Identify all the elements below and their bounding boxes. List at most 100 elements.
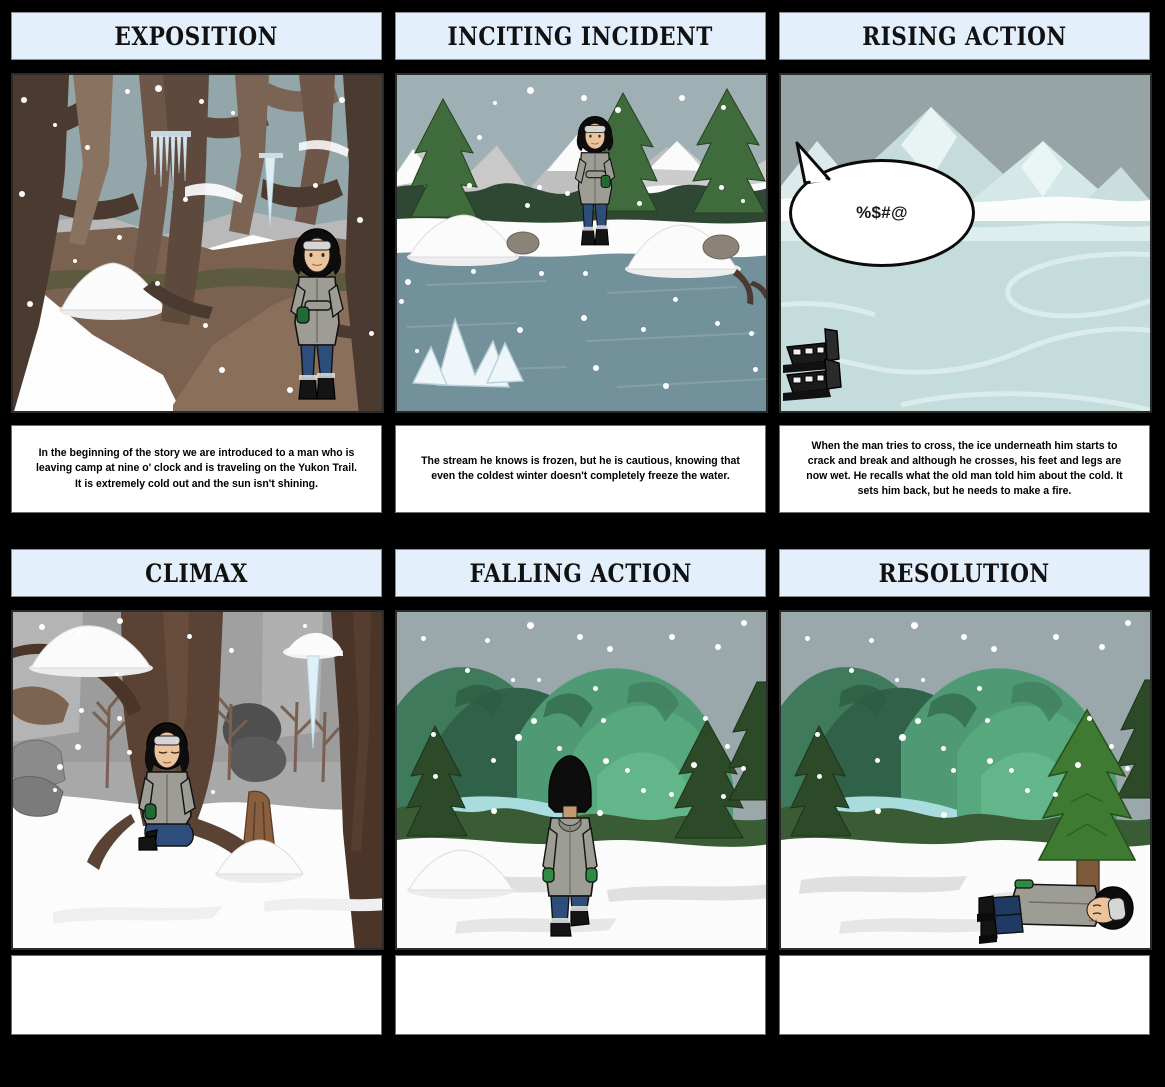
character-man-kneeling	[133, 720, 205, 860]
snowflake	[715, 321, 720, 326]
storyboard: EXPOSITION In the beginning of the story…	[0, 0, 1165, 1087]
speech-bubble-text: %$#@	[856, 203, 908, 222]
snowflake	[313, 183, 318, 188]
panel-title-bar-rising-action[interactable]: RISING ACTION	[779, 12, 1150, 60]
panel-title-climax: CLIMAX	[145, 558, 248, 588]
snowflake	[467, 183, 472, 188]
snowflake	[405, 279, 411, 285]
snowflake	[77, 630, 82, 635]
snowflake	[115, 672, 119, 676]
snowflake	[517, 327, 523, 333]
caption-text: The stream he knows is frozen, but he is…	[421, 454, 740, 482]
panel-title-bar-climax[interactable]: CLIMAX	[11, 549, 382, 597]
panel-title-bar-resolution[interactable]: RESOLUTION	[779, 549, 1150, 597]
snowflake	[719, 185, 724, 190]
panel-caption-exposition[interactable]: In the beginning of the story we are int…	[11, 425, 382, 513]
snowflake	[431, 732, 436, 737]
snowflake	[369, 331, 374, 336]
snowflake	[57, 764, 63, 770]
snowflake	[895, 678, 899, 682]
snowflake	[1125, 766, 1130, 771]
snowflake	[39, 371, 43, 375]
speech-bubble-tail	[795, 141, 831, 185]
snowflake	[703, 716, 708, 721]
snowflake	[679, 95, 685, 101]
snowflake	[977, 686, 982, 691]
snowflake	[125, 89, 130, 94]
snowflake	[721, 105, 726, 110]
snowflake	[493, 101, 497, 105]
character-svg	[574, 115, 616, 246]
character-man-walking-away	[539, 754, 601, 938]
snowflake	[303, 624, 307, 628]
snowflake	[525, 203, 530, 208]
panel-title-bar-inciting-incident[interactable]: INCITING INCIDENT	[395, 12, 766, 60]
snowflake	[741, 620, 747, 626]
snowflake	[1053, 634, 1059, 640]
snowflake	[593, 686, 598, 691]
panel-art-exposition[interactable]	[11, 73, 384, 413]
snowflake	[117, 618, 123, 624]
snowflake	[1109, 744, 1114, 749]
snowflake	[491, 758, 496, 763]
panel-caption-falling-action[interactable]	[395, 955, 766, 1035]
snowflake	[75, 744, 81, 750]
panel-art-climax[interactable]	[11, 610, 384, 950]
snowflake	[117, 716, 122, 721]
snowflake	[991, 646, 997, 652]
snowflake	[961, 634, 967, 640]
panel-art-resolution[interactable]	[779, 610, 1152, 950]
character-back-svg	[542, 755, 598, 937]
character-kneeling-svg	[138, 722, 196, 851]
panel-title-bar-falling-action[interactable]: FALLING ACTION	[395, 549, 766, 597]
snowflake	[987, 758, 993, 764]
snowflake	[753, 367, 758, 372]
snowflake	[603, 758, 609, 764]
panel-title-inciting-incident: INCITING INCIDENT	[447, 21, 714, 51]
snowflake	[669, 792, 674, 797]
snowflake	[951, 768, 956, 773]
snowflake	[625, 768, 630, 773]
snowflake	[815, 732, 820, 737]
snowflake	[485, 638, 490, 643]
panel-art-rising-action[interactable]: %$#@	[779, 73, 1152, 413]
snowflake	[219, 367, 225, 373]
panel-caption-resolution[interactable]	[779, 955, 1150, 1035]
panel-art-falling-action[interactable]	[395, 610, 768, 950]
snowflake	[53, 788, 57, 792]
panel-title-bar-exposition[interactable]: EXPOSITION	[11, 12, 382, 60]
snowflake	[117, 235, 122, 240]
snowflake	[669, 634, 675, 640]
snowflake	[155, 281, 160, 286]
character-svg	[290, 228, 344, 400]
snowflake	[741, 766, 746, 771]
panel-caption-inciting-incident[interactable]: The stream he knows is frozen, but he is…	[395, 425, 766, 513]
snowflake	[1087, 716, 1092, 721]
snowflake	[615, 107, 621, 113]
snowflake	[593, 365, 599, 371]
snowflake	[421, 636, 426, 641]
snowflake	[921, 678, 925, 682]
scene-dark-winter-forest	[13, 75, 382, 411]
panel-art-inciting-incident[interactable]	[395, 73, 768, 413]
snowflake	[721, 794, 726, 799]
snowflake	[557, 746, 562, 751]
panel-title-falling-action: FALLING ACTION	[469, 558, 692, 588]
panel-title-rising-action: RISING ACTION	[862, 21, 1067, 51]
panel-caption-rising-action[interactable]: When the man tries to cross, the ice und…	[779, 425, 1150, 513]
snowflake	[433, 774, 438, 779]
snowflake	[817, 774, 822, 779]
snowflake	[537, 185, 542, 190]
scene-kneeling-man-forest	[13, 612, 382, 948]
snowflake	[339, 97, 345, 103]
scene-walking-away-green-hills	[397, 612, 766, 948]
snowflake	[915, 718, 921, 724]
snowflake	[537, 678, 541, 682]
snowflake	[641, 327, 646, 332]
snowflake	[641, 788, 646, 793]
caption-text: In the beginning of the story we are int…	[35, 447, 358, 490]
snowflake	[577, 634, 583, 640]
panel-caption-climax[interactable]	[11, 955, 382, 1035]
character-lying-svg	[977, 879, 1134, 944]
snowflake	[725, 744, 730, 749]
